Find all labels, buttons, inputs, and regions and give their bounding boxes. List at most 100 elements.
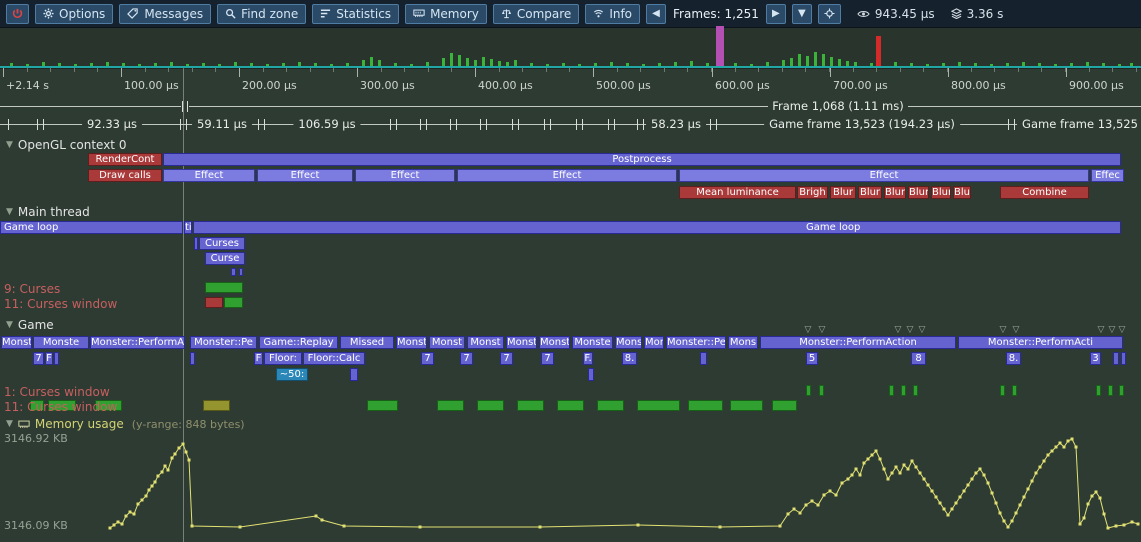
message-marker-icon[interactable]: ▽ xyxy=(1000,325,1007,335)
frame-histogram-bar[interactable] xyxy=(514,60,517,66)
message-marker-icon[interactable]: ▽ xyxy=(805,325,812,335)
frame-histogram-bar[interactable] xyxy=(626,63,629,66)
prev-frame-button[interactable]: ◀ xyxy=(646,4,666,24)
frame-histogram-bar[interactable] xyxy=(482,57,485,66)
timeline-zone[interactable]: Postprocess xyxy=(163,153,1121,166)
frame-histogram-bar[interactable] xyxy=(990,64,993,66)
frame-histogram-bar[interactable] xyxy=(594,63,597,66)
power-button[interactable] xyxy=(6,4,29,24)
frame-histogram-bar[interactable] xyxy=(450,53,453,66)
frame-histogram-bar[interactable] xyxy=(822,54,825,66)
timeline-zone[interactable]: Monst xyxy=(506,336,537,349)
frame-label[interactable]: Game frame 13,525 xyxy=(1017,117,1141,131)
timeline-zone[interactable]: Game loop xyxy=(0,221,183,234)
frame-histogram-bar[interactable] xyxy=(958,62,961,66)
timeline-zone[interactable]: Combine xyxy=(1000,186,1089,199)
timeline-zone[interactable] xyxy=(1096,385,1101,396)
frame-histogram-bar[interactable] xyxy=(974,63,977,66)
timeline-zone[interactable] xyxy=(1000,385,1005,396)
frame-histogram-bar[interactable] xyxy=(10,63,13,66)
frame-bar[interactable]: Frame 1,068 (1.11 ms) xyxy=(0,98,1141,114)
frame-histogram-bar[interactable] xyxy=(690,61,693,66)
timeline-zone[interactable]: RenderCont xyxy=(88,153,162,166)
find-zone-button[interactable]: Find zone xyxy=(217,4,306,24)
frame-label[interactable]: 58.23 μs xyxy=(646,117,706,131)
frame-histogram-bar[interactable] xyxy=(716,26,724,66)
frame-histogram-bar[interactable] xyxy=(298,62,301,66)
timeline-zone[interactable]: 8 xyxy=(911,352,926,365)
timeline-zone[interactable] xyxy=(700,352,707,365)
timeline-zone[interactable] xyxy=(190,352,195,365)
timeline-zone[interactable]: Effect xyxy=(355,169,455,182)
timeline-zone[interactable]: F xyxy=(254,352,263,365)
timeline-zone[interactable] xyxy=(688,400,723,411)
timeline-zone[interactable] xyxy=(203,400,230,411)
compare-button[interactable]: Compare xyxy=(493,4,579,24)
section-memory-header[interactable]: ▼ Memory usage (y-range: 848 bytes) xyxy=(6,417,245,431)
collapse-icon[interactable]: ▼ xyxy=(6,207,13,217)
timeline-zone[interactable]: 7 xyxy=(500,352,513,365)
frame-histogram-bar[interactable] xyxy=(806,56,809,66)
timeline-zone[interactable] xyxy=(517,400,544,411)
timeline-zone[interactable]: F. xyxy=(583,352,593,365)
frame-histogram-bar[interactable] xyxy=(942,63,945,66)
timeline-zone[interactable]: Monster::Pe xyxy=(190,336,257,349)
frame-histogram-bar[interactable] xyxy=(894,62,897,66)
frame-histogram-bar[interactable] xyxy=(846,61,849,66)
frame-histogram-bar[interactable] xyxy=(346,63,349,66)
timeline-zone[interactable] xyxy=(350,368,358,381)
timeline-zone[interactable]: Monst xyxy=(429,336,465,349)
frame-histogram-bar[interactable] xyxy=(330,64,333,66)
frame-set-button[interactable]: ▼ xyxy=(792,4,812,24)
timeline-zone[interactable] xyxy=(597,400,624,411)
timeline-zone[interactable]: Mons xyxy=(728,336,758,349)
frame-histogram-bar[interactable] xyxy=(734,63,737,66)
frame-histogram-bar[interactable] xyxy=(1070,63,1073,66)
timeline-zone[interactable]: Monster::PerformA xyxy=(90,336,185,349)
timeline-zone[interactable] xyxy=(239,268,243,276)
frame-histogram-bar[interactable] xyxy=(838,59,841,66)
frame-histogram-bar[interactable] xyxy=(250,63,253,66)
frame-histogram-bar[interactable] xyxy=(854,62,857,66)
frame-histogram-bar[interactable] xyxy=(458,55,461,66)
timeline-zone[interactable] xyxy=(1121,352,1126,365)
timeline-zone[interactable] xyxy=(637,400,680,411)
frame-histogram-bar[interactable] xyxy=(58,63,61,66)
subframe-bar[interactable]: 92.33 μs59.11 μs106.59 μs58.23 μsGame fr… xyxy=(0,116,1141,132)
frame-histogram-bar[interactable] xyxy=(442,58,445,66)
messages-button[interactable]: Messages xyxy=(119,4,211,24)
timeline-zone[interactable]: Blur xyxy=(953,186,971,199)
frame-histogram-bar[interactable] xyxy=(202,63,205,66)
message-marker-icon[interactable]: ▽ xyxy=(819,325,826,335)
timeline-zone[interactable]: Monster::PerformActi xyxy=(958,336,1123,349)
timeline-zone[interactable]: Curse xyxy=(205,252,245,265)
timeline-zone[interactable]: ~50: xyxy=(276,368,308,381)
lock-label[interactable]: 11: Curses window xyxy=(4,400,117,414)
timeline-zone[interactable]: Mean luminance xyxy=(679,186,796,199)
message-marker-icon[interactable]: ▽ xyxy=(1098,325,1105,335)
timeline-zone[interactable]: Effect xyxy=(457,169,677,182)
next-frame-button[interactable]: ▶ xyxy=(766,4,786,24)
timeline-zone[interactable]: Game loop xyxy=(193,221,1121,234)
frame-histogram-bar[interactable] xyxy=(170,62,173,66)
frame-histogram-bar[interactable] xyxy=(426,62,429,66)
timeline-zone[interactable]: Mons xyxy=(615,336,642,349)
frame-histogram-bar[interactable] xyxy=(378,60,381,66)
timeline-zone[interactable]: Monst xyxy=(467,336,504,349)
timeline-zone[interactable] xyxy=(1012,385,1017,396)
timeline-zone[interactable]: 3 xyxy=(1090,352,1101,365)
timeline-zone[interactable]: Monst xyxy=(539,336,570,349)
timeline-zone[interactable] xyxy=(730,400,763,411)
memory-usage-chart[interactable] xyxy=(0,436,1141,540)
frame-histogram-bar[interactable] xyxy=(530,63,533,66)
frame-histogram-bar[interactable] xyxy=(154,63,157,66)
section-opengl-header[interactable]: ▼ OpenGL context 0 xyxy=(6,138,126,152)
timeline-zone[interactable] xyxy=(889,385,894,396)
frame-histogram-bar[interactable] xyxy=(1102,63,1105,66)
frame-histogram-bar[interactable] xyxy=(830,57,833,66)
timeline-zone[interactable]: 7 xyxy=(541,352,554,365)
frame-histogram-bar[interactable] xyxy=(90,63,93,66)
message-marker-icon[interactable]: ▽ xyxy=(907,325,914,335)
frame-histogram-bar[interactable] xyxy=(658,63,661,66)
frame-label[interactable]: 59.11 μs xyxy=(192,117,252,131)
